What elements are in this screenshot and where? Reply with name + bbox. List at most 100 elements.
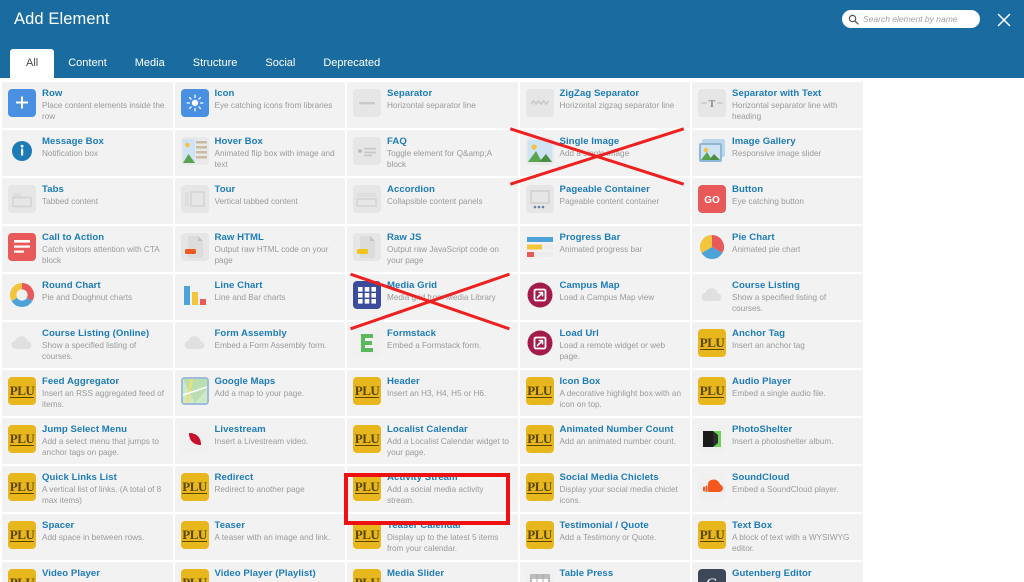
element-card-pie-chart[interactable]: Pie Chart Animated pie chart (692, 226, 863, 272)
close-button[interactable] (994, 10, 1014, 30)
element-card-gutenberg-editor[interactable]: G Gutenberg EditorInsert Gutenberg editor… (692, 562, 863, 582)
element-card-activity-stream[interactable]: PLU Activity Stream Add a social media act… (347, 466, 518, 512)
element-card-jump-select-menu[interactable]: PLU Jump Select Menu Add a select menu tha… (2, 418, 173, 464)
element-card-accordion[interactable]: Accordion Collapsible content panels (347, 178, 518, 224)
element-card-audio-player[interactable]: PLU Audio Player Embed a single audio file… (692, 370, 863, 416)
element-card-image-gallery[interactable]: Image Gallery Responsive image slider (692, 130, 863, 176)
element-card-raw-js[interactable]: Raw JS Output raw JavaScript code on your… (347, 226, 518, 272)
element-card-text: Tour Vertical tabbed content (215, 184, 340, 208)
element-card-description: Insert a photoshelter album. (732, 437, 834, 446)
element-card-single-image[interactable]: Single Image Add a single image (519, 130, 690, 176)
element-card-course-listing[interactable]: Course Listing Show a specified listing o… (692, 274, 863, 320)
tab-all[interactable]: All (10, 49, 55, 78)
element-card-title: SoundCloud (732, 472, 790, 483)
element-card-description: Output raw HTML code on your page (214, 245, 329, 265)
plu-logo-icon: PLU (8, 473, 36, 501)
element-card-photoshelter[interactable]: PhotoShelter Insert a photoshelter album. (692, 418, 863, 464)
element-card-formstack[interactable]: Formstack Embed a Formstack form. (347, 322, 518, 368)
element-card-progress-bar[interactable]: Progress Bar Animated progress bar (519, 226, 690, 272)
element-card-load-url[interactable]: Load Url Load a remote widget or web page… (519, 322, 690, 368)
element-card-separator[interactable]: Separator Horizontal separator line (347, 82, 518, 128)
element-card-video-player[interactable]: PLU Video PlayerEmbed a YouTube or Vimeo … (2, 562, 173, 582)
element-card-form-assembly[interactable]: Form Assembly Embed a Form Assembly form. (174, 322, 345, 368)
element-card-quick-links-list[interactable]: PLU Quick Links List A vertical list of li… (2, 466, 173, 512)
element-card-livestream[interactable]: Livestream Insert a Livestream video. (174, 418, 345, 464)
element-card-text: Text Box A block of text with a WYSIWYG e… (732, 520, 857, 554)
element-card-title: Media Slider (387, 568, 445, 579)
element-card-title: Round Chart (42, 280, 101, 291)
tab-content[interactable]: Content (54, 49, 121, 78)
element-card-description: Embed a Form Assembly form. (214, 341, 327, 350)
element-card-title: PhotoShelter (732, 424, 793, 435)
element-card-text: Icon Eye catching icons from libraries (215, 88, 340, 112)
element-card-raw-html[interactable]: Raw HTML Output raw HTML code on your pag… (174, 226, 345, 272)
element-card-social-media-chiclets[interactable]: PLU Social Media Chiclets Display your soc… (519, 466, 690, 512)
element-card-media-grid[interactable]: Media Grid Media grid from Media Library (347, 274, 518, 320)
tab-deprecated[interactable]: Deprecated (309, 49, 394, 78)
element-card-text: Image Gallery Responsive image slider (732, 136, 857, 160)
element-card-button[interactable]: GO Button Eye catching button (692, 178, 863, 224)
element-card-title: ZigZag Separator (559, 88, 640, 99)
element-card-pageable-container[interactable]: Pageable Container Pageable content conta… (519, 178, 690, 224)
element-card-message-box[interactable]: Message Box Notification box (2, 130, 173, 176)
element-card-tour[interactable]: Tour Vertical tabbed content (174, 178, 345, 224)
element-card-redirect[interactable]: PLU Redirect Redirect to another page (174, 466, 345, 512)
tab-media[interactable]: Media (121, 49, 179, 78)
element-card-spacer[interactable]: PLU Spacer Add space in between rows. (2, 514, 173, 560)
element-card-zigzag-separator[interactable]: ZigZag Separator Horizontal zigzag separa… (519, 82, 690, 128)
element-card-localist-calendar[interactable]: PLU Localist Calendar Add a Localist Calen… (347, 418, 518, 464)
element-card-separator-with-text[interactable]: T Separator with Text Horizontal separator… (692, 82, 863, 128)
element-card-tabs[interactable]: Tabs Tabbed content (2, 178, 173, 224)
element-card-course-listing-online[interactable]: Course Listing (Online) Show a specified … (2, 322, 173, 368)
element-card-animated-number-count[interactable]: PLU Animated Number Count Add an animated … (519, 418, 690, 464)
element-card-faq[interactable]: FAQ Toggle element for Q&amp;A block (347, 130, 518, 176)
load-url-icon (526, 329, 554, 357)
element-card-feed-aggregator[interactable]: PLU Feed Aggregator Insert an RSS aggregat… (2, 370, 173, 416)
search-input[interactable] (863, 11, 974, 27)
element-card-description: A decorative highlight box with an icon … (559, 389, 682, 409)
element-card-teaser[interactable]: PLU Teaser A teaser with an image and link… (174, 514, 345, 560)
hover-box-icon (180, 137, 209, 165)
element-card-soundcloud[interactable]: SoundCloud Embed a SoundCloud player. (692, 466, 863, 512)
element-card-title: Gutenberg Editor (732, 568, 812, 579)
element-card-hover-box[interactable]: Hover Box Animated flip box with image an… (174, 130, 345, 176)
plu-logo-icon: PLU (8, 377, 36, 405)
element-card-row[interactable]: Row Place content elements inside the row (2, 82, 173, 128)
element-card-title: Livestream (214, 424, 266, 435)
plu-logo-icon: PLU (353, 473, 381, 501)
element-card-title: Button (732, 184, 764, 195)
element-card-video-player-playlist[interactable]: PLU Video Player (Playlist)Embed a YouTub… (174, 562, 345, 582)
element-card-description: Show a specified listing of courses. (732, 293, 827, 313)
element-card-description: A vertical list of links. (A total of 8 … (42, 485, 162, 505)
element-card-icon[interactable]: Icon Eye catching icons from libraries (174, 82, 345, 128)
element-card-icon-box[interactable]: PLU Icon Box A decorative highlight box wi… (519, 370, 690, 416)
cloud-icon (698, 281, 726, 309)
element-card-media-slider[interactable]: PLU Media SliderAdd your media slider. (347, 562, 518, 582)
element-card-text: ZigZag Separator Horizontal zigzag separa… (560, 88, 685, 112)
element-card-anchor-tag[interactable]: PLU Anchor Tag Insert an anchor tag (692, 322, 863, 368)
element-card-text: FAQ Toggle element for Q&amp;A block (387, 136, 512, 170)
element-card-testimonial-quote[interactable]: PLU Testimonial / Quote Add a Testimony or… (519, 514, 690, 560)
element-card-title: Icon Box (559, 376, 601, 387)
element-card-title: Raw JS (387, 232, 422, 243)
tab-structure[interactable]: Structure (179, 49, 252, 78)
element-card-title: Localist Calendar (387, 424, 468, 435)
element-card-text: Pageable Container Pageable content conta… (560, 184, 685, 208)
element-card-text: Raw JS Output raw JavaScript code on your… (387, 232, 512, 266)
element-card-line-chart[interactable]: Line Chart Line and Bar charts (174, 274, 345, 320)
element-card-text-box[interactable]: PLU Text Box A block of text with a WYSIWY… (692, 514, 863, 560)
element-card-campus-map[interactable]: Campus Map Load a Campus Map view (519, 274, 690, 320)
element-card-description: A block of text with a WYSIWYG editor. (732, 533, 850, 553)
element-card-call-to-action[interactable]: Call to Action Catch visitors attention w… (2, 226, 173, 272)
search-box[interactable] (842, 10, 980, 28)
element-card-teaser-calendar[interactable]: PLU Teaser Calendar Display up to the late… (347, 514, 518, 560)
plu-logo-icon: PLU (353, 425, 381, 453)
doughnut-chart-icon (8, 281, 36, 309)
media-grid-icon (353, 281, 381, 309)
tab-social[interactable]: Social (251, 49, 309, 78)
element-card-header[interactable]: PLU Header Insert an H3, H4, H5 or H6. (347, 370, 518, 416)
element-card-google-maps[interactable]: Google Maps Add a map to your page. (174, 370, 345, 416)
element-card-table-press[interactable]: Table PressInsert your Table Press table… (519, 562, 690, 582)
element-card-round-chart[interactable]: Round Chart Pie and Doughnut charts (2, 274, 173, 320)
element-card-title: Audio Player (732, 376, 792, 387)
